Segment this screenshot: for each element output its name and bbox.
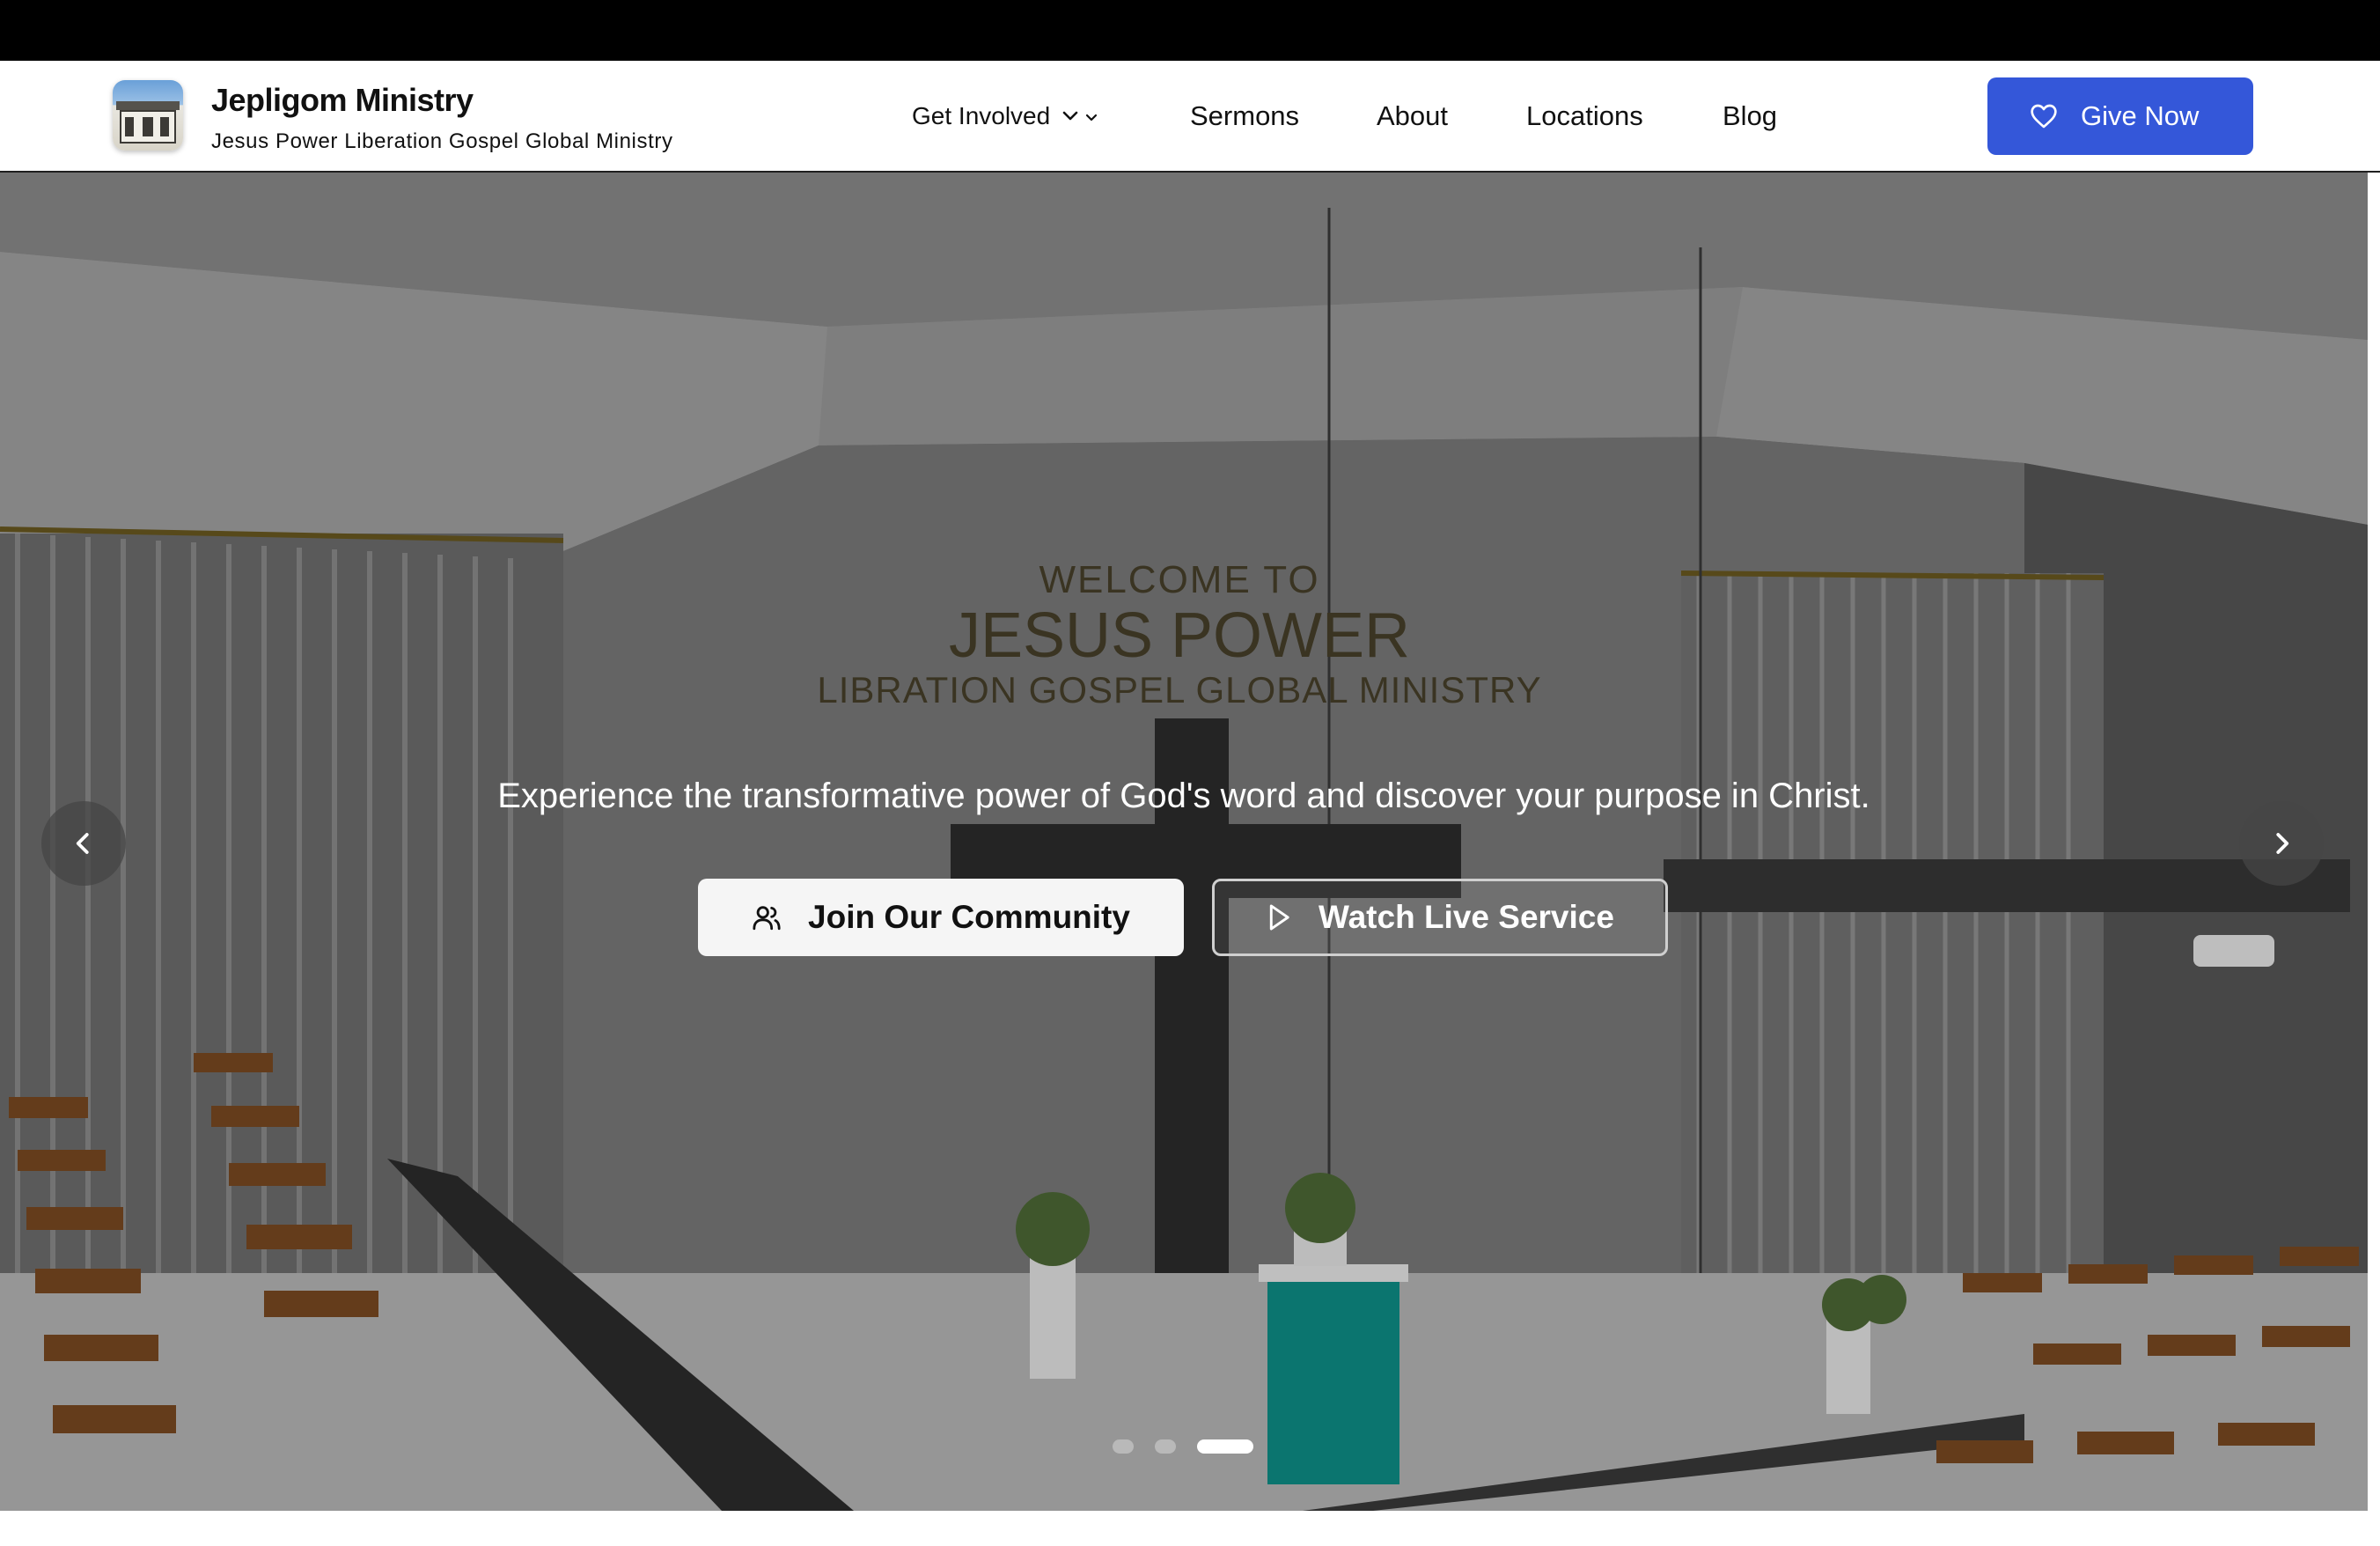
nav-sermons[interactable]: Sermons [1190, 61, 1299, 171]
carousel-dot-1[interactable] [1113, 1439, 1134, 1454]
join-community-label: Join Our Community [808, 899, 1130, 935]
carousel-next-button[interactable] [2239, 801, 2324, 886]
users-icon [752, 902, 782, 932]
carousel-prev-button[interactable] [41, 801, 126, 886]
nav-get-involved-label: Get Involved [912, 101, 1051, 129]
welcome-sign: WELCOME TO JESUS POWER LIBRATION GOSPEL … [0, 558, 2359, 711]
welcome-sign-line3: LIBRATION GOSPEL GLOBAL MINISTRY [817, 669, 1542, 710]
carousel-dot-2[interactable] [1155, 1439, 1176, 1454]
nav-get-involved[interactable]: Get Involved [912, 61, 1101, 171]
nav-blog[interactable]: Blog [1723, 61, 1777, 171]
hero-tagline: Experience the transformative power of G… [497, 777, 1870, 815]
give-now-button[interactable]: Give Now [1987, 77, 2253, 155]
welcome-sign-line2: JESUS POWER [948, 600, 1411, 671]
hero-dim-overlay [0, 173, 2368, 1511]
heart-icon [2030, 103, 2058, 129]
hero-carousel: WELCOME TO JESUS POWER LIBRATION GOSPEL … [0, 173, 2368, 1511]
brand-title[interactable]: Jepligom Ministry [211, 82, 474, 119]
watch-live-label: Watch Live Service [1319, 899, 1614, 935]
play-icon [1266, 903, 1292, 931]
nav-locations[interactable]: Locations [1526, 61, 1643, 171]
watch-live-button[interactable]: Watch Live Service [1212, 879, 1668, 956]
site-header: Jepligom Ministry Jesus Power Liberation… [0, 61, 2380, 173]
nav-about[interactable]: About [1377, 61, 1448, 171]
give-now-label: Give Now [2081, 100, 2200, 131]
church-logo[interactable] [113, 80, 183, 151]
chevron-down-icon [1062, 102, 1101, 130]
welcome-sign-line1: WELCOME TO [1039, 558, 1320, 601]
join-community-button[interactable]: Join Our Community [698, 879, 1184, 956]
brand-subtitle: Jesus Power Liberation Gospel Global Min… [211, 129, 673, 153]
chevron-right-icon [2276, 833, 2289, 854]
carousel-indicators [1113, 1439, 1253, 1454]
carousel-dot-3[interactable] [1197, 1439, 1253, 1454]
browser-top-bar [0, 0, 2380, 61]
chevron-left-icon [76, 833, 89, 854]
